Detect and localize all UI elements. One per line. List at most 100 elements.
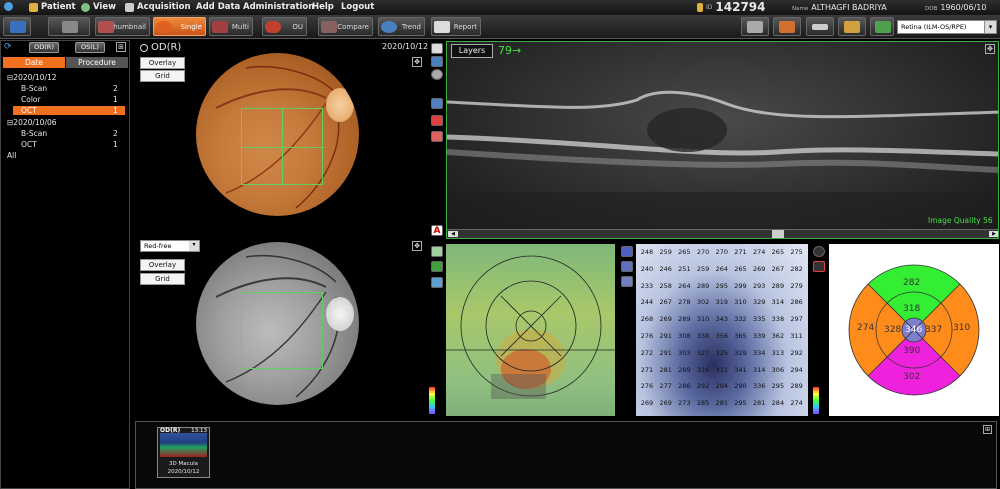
grid-button[interactable]: Grid <box>140 273 185 285</box>
map-icon[interactable] <box>431 246 443 257</box>
color-icon[interactable] <box>431 56 443 67</box>
tree-item-date[interactable]: ⊟2020/10/12 <box>7 73 57 82</box>
thumbnail-3d-macula[interactable]: OD(R) 13:13 3D Macula 2020/10/12 <box>157 427 210 478</box>
report-button[interactable]: Report <box>431 17 481 36</box>
image-icon[interactable] <box>431 261 443 272</box>
expand-icon[interactable]: ⊞ <box>116 42 126 52</box>
scroll-left-icon[interactable]: ◀ <box>448 231 458 237</box>
etdrs-sector-map[interactable]: 282 318 274 328 346 337 310 390 302 <box>829 244 999 416</box>
menu-administration[interactable]: Administration <box>243 2 314 12</box>
thickness-grid-cell: 258 <box>659 281 672 290</box>
measure-tool-button[interactable] <box>870 17 894 36</box>
scroll-thumb[interactable] <box>772 230 784 238</box>
menu-acquisition[interactable]: Acquisition <box>125 2 191 12</box>
camera-tool-button[interactable] <box>741 17 769 36</box>
save-button[interactable] <box>3 17 31 36</box>
compare-icon[interactable] <box>431 131 443 142</box>
thickness-grid-cell: 285 <box>696 399 710 408</box>
tree-item-bscan[interactable]: B-Scan 2 <box>21 129 118 138</box>
scale-icon <box>812 24 828 30</box>
thickness-grid-cell: 289 <box>678 365 691 374</box>
oct-bscan-image[interactable]: ◀ ▶ <box>446 41 999 239</box>
thickness-grid-cell: 244 <box>640 298 654 307</box>
overlay-button[interactable]: Overlay <box>140 57 185 69</box>
menu-patient[interactable]: Patient <box>29 2 76 12</box>
target-icon[interactable] <box>813 246 825 257</box>
close-circle-icon[interactable] <box>813 261 825 272</box>
menu-view[interactable]: View <box>81 2 116 12</box>
layers-icon[interactable] <box>431 43 443 54</box>
tree-item-color[interactable]: Color 1 <box>21 95 118 104</box>
print-button[interactable] <box>48 17 90 36</box>
oct-layers-svg <box>447 90 998 238</box>
slice-number: 79→ <box>498 44 522 57</box>
od-button[interactable]: OD(R) <box>29 42 59 53</box>
layer-tool-button[interactable] <box>838 17 866 36</box>
tree-item-oct[interactable]: OCT 1 <box>13 106 125 115</box>
thickness-grid-cell: 265 <box>734 264 747 273</box>
expand-icon[interactable]: ✥ <box>412 57 422 67</box>
exam-date: 2020/10/12 <box>382 42 429 51</box>
thumb-image <box>160 433 207 457</box>
scan-scrollbar[interactable]: ◀ ▶ <box>447 229 998 238</box>
thickness-number-grid[interactable]: 248 259 265 270 270 271 274 265 275 240 246 251 259 2… <box>636 244 808 416</box>
menu-add-data[interactable]: Add Data <box>196 2 240 12</box>
tree-item-all[interactable]: All <box>7 151 16 160</box>
report-tool-button[interactable] <box>773 17 801 36</box>
thickness-grid-cell: 295 <box>715 281 728 290</box>
thickness-grid-cell: 339 <box>752 332 766 340</box>
thickness-heatmap[interactable] <box>446 244 615 416</box>
scale-tool-button[interactable] <box>806 17 834 36</box>
expand-icon[interactable]: ✥ <box>985 44 995 54</box>
compare-button[interactable]: Compare <box>318 17 373 36</box>
fundus-color-image[interactable] <box>196 53 359 216</box>
tree-item-oct[interactable]: OCT 1 <box>21 140 118 149</box>
text-icon[interactable]: A <box>431 225 443 236</box>
tab-procedure[interactable]: Procedure <box>66 57 128 68</box>
thickness-grid-cell: 289 <box>678 315 691 324</box>
thickness-grid-cell: 338 <box>771 315 785 324</box>
marker-icon[interactable] <box>431 115 443 126</box>
refresh-icon[interactable]: ⟳ <box>4 42 12 52</box>
number-view-icon[interactable] <box>621 276 633 287</box>
thickness-grid-cell: 278 <box>678 298 691 307</box>
app-logo-icon[interactable] <box>4 2 13 11</box>
grid-button[interactable]: Grid <box>140 70 185 82</box>
trend-button[interactable]: Trend <box>378 17 425 36</box>
thickness-grid-cell: 316 <box>696 365 710 374</box>
compare-icon <box>321 21 337 33</box>
camera-icon <box>125 2 134 12</box>
single-button[interactable]: Single <box>153 17 206 36</box>
filter-select[interactable]: Red-free ▾ <box>140 240 200 252</box>
tree-item-bscan[interactable]: B-Scan 2 <box>21 84 118 93</box>
thickness-grid-cell: 310 <box>696 315 710 324</box>
multi-button[interactable]: Multi <box>209 17 253 36</box>
thickness-grid-cell: 240 <box>640 264 654 273</box>
fundus-redfree-image[interactable] <box>196 242 359 405</box>
stack-icon[interactable] <box>431 98 443 109</box>
thickness-grid-cell: 329 <box>734 348 747 357</box>
sector-inner-left: 328 <box>884 325 902 335</box>
menu-help[interactable]: Help <box>312 2 334 12</box>
tab-date[interactable]: Date <box>3 57 65 68</box>
thickness-grid-cell: 274 <box>790 399 803 408</box>
thickness-grid-cell: 267 <box>771 264 785 273</box>
expand-icon[interactable]: ⊞ <box>983 425 992 434</box>
sector-view-icon[interactable] <box>621 261 633 272</box>
thickness-grid-cell: 270 <box>696 248 710 256</box>
menu-logout[interactable]: Logout <box>341 2 374 12</box>
segmentation-select[interactable]: Retina (ILM-OS/RPE) ▾ <box>897 20 997 34</box>
cursor-icon[interactable] <box>431 277 443 288</box>
settings-icon[interactable] <box>431 69 443 80</box>
thickness-grid-cell: 264 <box>678 281 691 290</box>
os-button[interactable]: OS(L) <box>75 42 105 53</box>
overlay-button[interactable]: Overlay <box>140 259 185 271</box>
expand-icon[interactable]: ✥ <box>412 241 422 251</box>
layers-button[interactable]: Layers <box>451 44 493 58</box>
tree-item-date[interactable]: ⊟2020/10/06 <box>7 118 57 127</box>
ou-button[interactable]: OU <box>262 17 307 36</box>
scroll-right-icon[interactable]: ▶ <box>989 231 998 237</box>
thumbnail-button[interactable]: Thumbnail <box>95 17 150 36</box>
thickness-grid-cell: 284 <box>771 399 785 408</box>
grid-view-icon[interactable] <box>621 246 633 257</box>
